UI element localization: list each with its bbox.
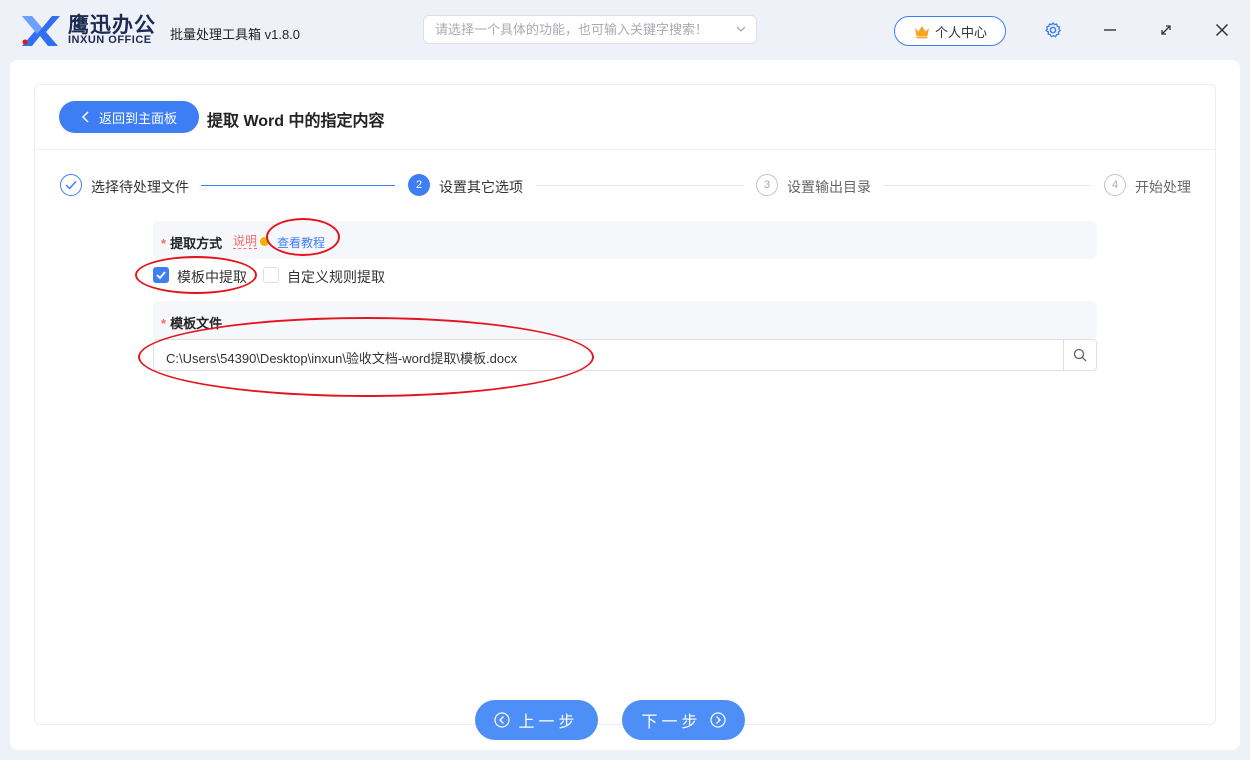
chevron-left-circle-icon: [494, 712, 511, 728]
close-button[interactable]: [1210, 18, 1234, 42]
previous-step-label: 上一步: [518, 714, 579, 731]
back-button-label: 返回到主面板: [98, 110, 177, 126]
required-mark: *: [161, 316, 167, 331]
page-title: 提取 Word 中的指定内容: [207, 113, 385, 130]
chevron-right-circle-icon: [709, 712, 726, 728]
brand-name-en: INXUN OFFICE: [68, 34, 152, 46]
minimize-icon: [1104, 29, 1116, 31]
step-connector: [536, 185, 743, 186]
step-connector: [201, 185, 395, 186]
annotation-circle-template-path: [138, 317, 594, 397]
browse-file-button[interactable]: [1063, 340, 1096, 370]
extract-mode-note-link[interactable]: 说明: [233, 234, 258, 249]
app-title: 批量处理工具箱 v1.8.0: [170, 27, 301, 42]
step-2-label: 设置其它选项: [439, 179, 523, 195]
user-center-button[interactable]: 个人中心: [894, 16, 1006, 46]
annotation-circle-template-option: [135, 256, 257, 294]
settings-button[interactable]: [1041, 18, 1065, 42]
function-search-box[interactable]: [423, 15, 757, 44]
back-to-main-button[interactable]: 返回到主面板: [59, 101, 199, 133]
user-center-label: 个人中心: [934, 24, 987, 40]
close-icon: [1215, 23, 1229, 37]
content-card: [34, 84, 1216, 725]
settings-gear-icon: [1045, 22, 1061, 38]
step-4-number: 4: [1104, 174, 1126, 196]
extract-mode-title-text: 提取方式: [170, 236, 223, 251]
inxun-logo-icon: [22, 16, 60, 46]
header-divider: [35, 149, 1215, 150]
step-1-label: 选择待处理文件: [91, 179, 189, 195]
crown-icon: [914, 26, 929, 39]
custom-rule-extract-label[interactable]: 自定义规则提取: [287, 267, 385, 287]
maximize-button[interactable]: [1154, 18, 1178, 42]
previous-step-button[interactable]: 上一步: [475, 700, 598, 740]
function-search-input[interactable]: [424, 16, 725, 43]
next-step-label: 下一步: [641, 714, 702, 731]
minimize-button[interactable]: [1098, 18, 1122, 42]
required-mark: *: [161, 236, 167, 251]
next-step-button[interactable]: 下一步: [622, 700, 745, 740]
step-connector: [884, 185, 1091, 186]
chevron-left-icon: [81, 111, 89, 123]
chevron-down-icon[interactable]: [735, 23, 747, 35]
custom-rule-extract-checkbox[interactable]: [263, 267, 279, 283]
annotation-circle-tutorial: [266, 218, 340, 256]
step-4-label: 开始处理: [1135, 179, 1191, 195]
maximize-icon: [1161, 25, 1171, 35]
step-3-number: 3: [756, 174, 778, 196]
step-3-label: 设置输出目录: [787, 179, 871, 195]
extract-mode-title: * 提取方式: [161, 233, 222, 252]
title-bar: 鹰迅办公 INXUN OFFICE 批量处理工具箱 v1.8.0 个人中心: [0, 0, 1250, 60]
step-2-number: 2: [408, 174, 430, 196]
search-icon: [1073, 348, 1087, 362]
step-1-check-icon: [60, 174, 82, 196]
